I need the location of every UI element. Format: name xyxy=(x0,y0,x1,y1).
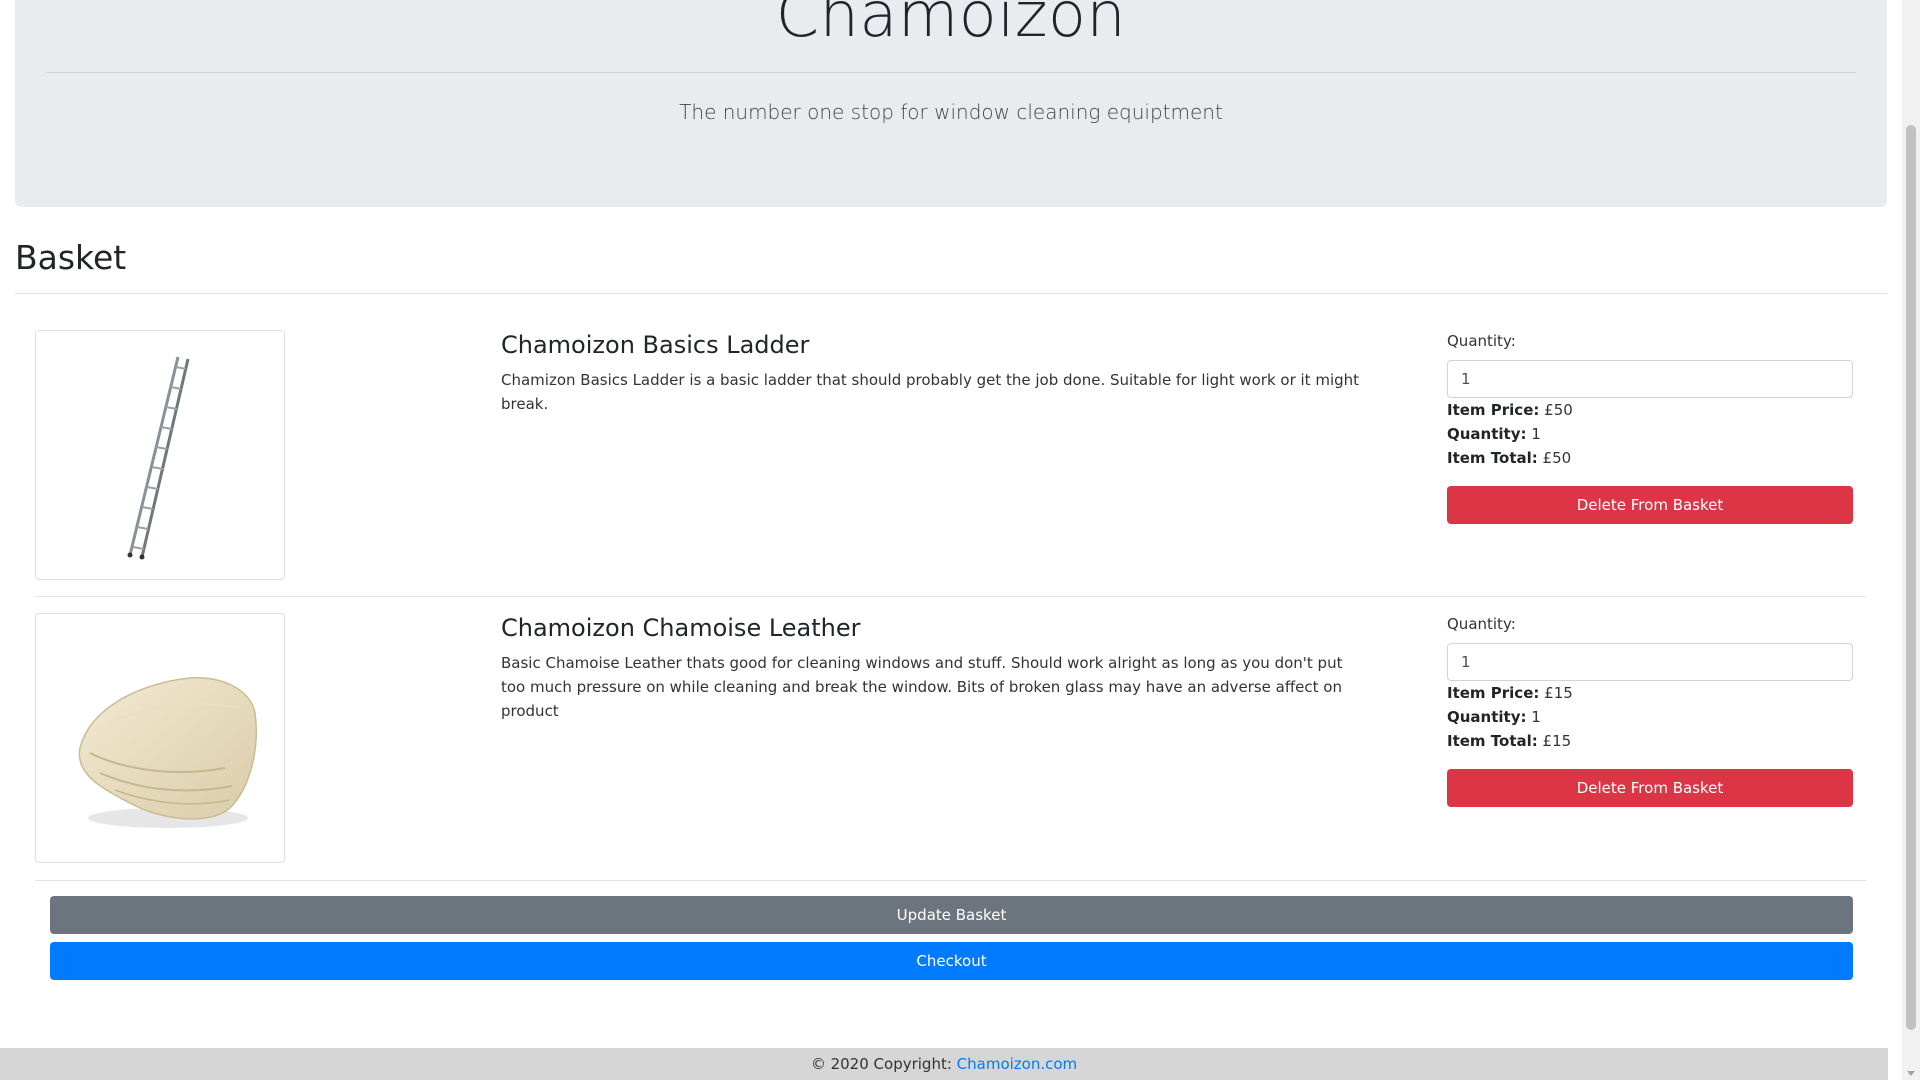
item-price-value: £15 xyxy=(1544,684,1573,702)
basket-item-chamois-leather: Chamoizon Chamoise Leather Basic Chamois… xyxy=(35,601,1867,881)
item-price-label: Item Price: xyxy=(1447,401,1540,419)
site-tagline: The number one stop for window cleaning … xyxy=(679,100,1223,124)
update-basket-button[interactable]: Update Basket xyxy=(50,896,1853,934)
delete-from-basket-button[interactable]: Delete From Basket xyxy=(1447,486,1853,524)
quantity-input[interactable] xyxy=(1447,643,1853,681)
item-total-line: Item Total: £50 xyxy=(1447,446,1853,470)
jumbotron-header: Chamoizon The number one stop for window… xyxy=(15,0,1887,207)
page: Chamoizon The number one stop for window… xyxy=(0,0,1902,1080)
item-controls: Quantity: Item Price: £15 Quantity: 1 It… xyxy=(1447,613,1853,807)
item-price-label: Item Price: xyxy=(1447,684,1540,702)
item-total-value: £15 xyxy=(1542,732,1572,750)
item-total-label: Item Total: xyxy=(1447,732,1538,750)
product-image-ladder xyxy=(35,330,285,580)
quantity-summary-label: Quantity: xyxy=(1447,425,1527,443)
item-divider xyxy=(35,880,1867,881)
product-name: Chamoizon Basics Ladder xyxy=(501,331,810,359)
quantity-label: Quantity: xyxy=(1447,615,1516,633)
quantity-input[interactable] xyxy=(1447,360,1853,398)
item-divider xyxy=(35,596,1867,597)
product-description: Chamizon Basics Ladder is a basic ladder… xyxy=(501,371,1360,413)
quantity-summary-label: Quantity: xyxy=(1447,708,1527,726)
item-price-line: Item Price: £15 xyxy=(1447,681,1853,705)
ladder-icon xyxy=(127,356,190,560)
delete-from-basket-button[interactable]: Delete From Basket xyxy=(1447,769,1853,807)
scrollbar-thumb[interactable] xyxy=(1906,125,1916,1030)
header-divider xyxy=(46,72,1856,73)
footer-link[interactable]: Chamoizon.com xyxy=(957,1055,1078,1073)
product-image-chamois-leather xyxy=(35,613,285,863)
item-total-value: £50 xyxy=(1542,449,1572,467)
item-total-line: Item Total: £15 xyxy=(1447,729,1853,753)
quantity-summary-value: 1 xyxy=(1531,425,1541,443)
item-price-value: £50 xyxy=(1544,401,1573,419)
quantity-summary-line: Quantity: 1 xyxy=(1447,705,1853,729)
basket-divider xyxy=(15,293,1887,294)
quantity-label: Quantity: xyxy=(1447,332,1516,350)
vertical-scrollbar[interactable] xyxy=(1902,0,1920,1080)
item-total-label: Item Total: xyxy=(1447,449,1538,467)
item-controls: Quantity: Item Price: £50 Quantity: 1 It… xyxy=(1447,330,1853,524)
basket-heading: Basket xyxy=(15,238,127,277)
product-description: Basic Chamoise Leather thats good for cl… xyxy=(501,654,1343,720)
product-name: Chamoizon Chamoise Leather xyxy=(501,614,861,642)
footer-copyright: © 2020 Copyright: xyxy=(810,1055,957,1073)
scroll-down-arrow-icon[interactable] xyxy=(1907,1071,1915,1076)
checkout-button[interactable]: Checkout xyxy=(50,942,1853,980)
footer: © 2020 Copyright: Chamoizon.com xyxy=(0,1048,1888,1080)
site-brand-title: Chamoizon xyxy=(775,0,1127,51)
quantity-summary-line: Quantity: 1 xyxy=(1447,422,1853,446)
chamois-leather-icon xyxy=(78,677,258,828)
quantity-summary-value: 1 xyxy=(1531,708,1541,726)
basket-item-ladder: Chamoizon Basics Ladder Chamizon Basics … xyxy=(35,318,1867,597)
item-price-line: Item Price: £50 xyxy=(1447,398,1853,422)
